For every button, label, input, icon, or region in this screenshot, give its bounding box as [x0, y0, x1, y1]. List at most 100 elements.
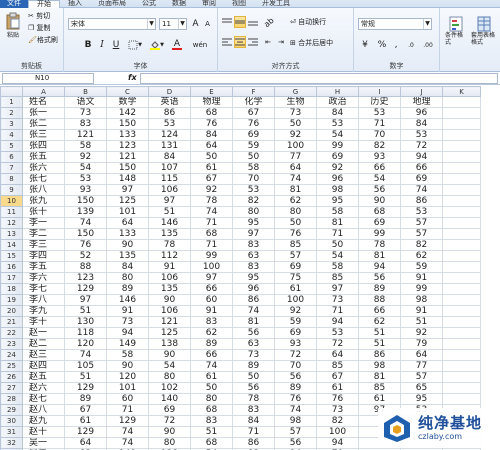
- column-header[interactable]: G: [274, 86, 317, 97]
- cell[interactable]: 89: [274, 382, 317, 394]
- cell[interactable]: 59: [232, 140, 275, 152]
- row-header[interactable]: 22: [0, 327, 23, 339]
- cell[interactable]: 67: [190, 173, 233, 185]
- cell[interactable]: 73: [232, 349, 275, 361]
- cell[interactable]: 76: [232, 118, 275, 130]
- cell[interactable]: 100: [274, 140, 317, 152]
- cell[interactable]: [442, 140, 481, 152]
- column-header[interactable]: C: [106, 86, 149, 97]
- row-header[interactable]: 14: [0, 239, 23, 251]
- cell[interactable]: 138: [148, 338, 191, 350]
- cell[interactable]: 69: [274, 327, 317, 339]
- cell[interactable]: [442, 206, 481, 218]
- cell[interactable]: 76: [190, 118, 233, 130]
- cell[interactable]: 92: [274, 305, 317, 317]
- cell[interactable]: 物理: [190, 96, 233, 108]
- cell[interactable]: [442, 228, 481, 240]
- row-header[interactable]: 21: [0, 316, 23, 328]
- cell[interactable]: 82: [316, 415, 359, 427]
- cell[interactable]: 64: [316, 349, 359, 361]
- row-header[interactable]: 4: [0, 129, 23, 141]
- cell[interactable]: 100: [316, 426, 359, 438]
- cell[interactable]: 51: [358, 338, 401, 350]
- cell[interactable]: [442, 272, 481, 284]
- cell[interactable]: 74: [400, 184, 443, 196]
- font-size-select[interactable]: 11 ▼: [159, 18, 187, 30]
- cell[interactable]: 68: [190, 107, 233, 119]
- cell[interactable]: 56: [232, 327, 275, 339]
- cell[interactable]: [442, 393, 481, 405]
- cell[interactable]: 100: [274, 294, 317, 306]
- row-header[interactable]: 27: [0, 382, 23, 394]
- cell[interactable]: 61: [274, 283, 317, 295]
- cell[interactable]: 84: [232, 415, 275, 427]
- align-left-button[interactable]: [221, 36, 233, 48]
- cell[interactable]: 82: [400, 239, 443, 251]
- cell[interactable]: 56: [232, 382, 275, 394]
- cell[interactable]: 121: [106, 151, 149, 163]
- row-header[interactable]: 2: [0, 107, 23, 119]
- cell[interactable]: [442, 294, 481, 306]
- cell[interactable]: 97: [232, 228, 275, 240]
- row-header[interactable]: 11: [0, 206, 23, 218]
- cell[interactable]: 77: [274, 151, 317, 163]
- tab-4[interactable]: 公式: [134, 0, 164, 8]
- name-cell[interactable]: 李三: [22, 239, 65, 251]
- name-cell[interactable]: 张一: [22, 107, 65, 119]
- name-cell[interactable]: 赵七: [22, 393, 65, 405]
- cell[interactable]: 54: [148, 360, 191, 372]
- cell[interactable]: 81: [358, 250, 401, 262]
- cell[interactable]: 53: [316, 118, 359, 130]
- row-header[interactable]: 19: [0, 294, 23, 306]
- paste-button[interactable]: 粘贴: [2, 10, 24, 40]
- cell[interactable]: 146: [106, 294, 149, 306]
- decrease-indent-button[interactable]: ⇤: [262, 36, 274, 48]
- cell[interactable]: 68: [358, 206, 401, 218]
- cell[interactable]: [442, 305, 481, 317]
- cell[interactable]: 92: [400, 327, 443, 339]
- cell[interactable]: 50: [232, 371, 275, 383]
- cell[interactable]: 74: [190, 206, 233, 218]
- cell[interactable]: 99: [190, 250, 233, 262]
- cell[interactable]: 地理: [400, 96, 443, 108]
- cell[interactable]: 148: [106, 173, 149, 185]
- cell[interactable]: 112: [148, 250, 191, 262]
- cell[interactable]: 78: [148, 239, 191, 251]
- tab-1[interactable]: 开始: [28, 0, 60, 8]
- cell[interactable]: 71: [232, 426, 275, 438]
- cell[interactable]: 72: [274, 349, 317, 361]
- cell[interactable]: 89: [106, 283, 149, 295]
- name-cell[interactable]: 赵八: [22, 404, 65, 416]
- cell[interactable]: 61: [358, 393, 401, 405]
- cell[interactable]: 69: [400, 173, 443, 185]
- cell[interactable]: [442, 338, 481, 350]
- name-cell[interactable]: 赵九: [22, 415, 65, 427]
- bold-button[interactable]: B: [82, 39, 94, 51]
- cell[interactable]: 133: [106, 129, 149, 141]
- row-header[interactable]: 18: [0, 283, 23, 295]
- row-header[interactable]: 26: [0, 371, 23, 383]
- cell[interactable]: 62: [190, 327, 233, 339]
- cell[interactable]: 94: [358, 261, 401, 273]
- copy-button[interactable]: ❐ 复制: [28, 23, 51, 33]
- cell[interactable]: 75: [274, 272, 317, 284]
- cell[interactable]: 64: [106, 217, 149, 229]
- cell[interactable]: 120: [106, 371, 149, 383]
- select-all-corner[interactable]: [0, 86, 23, 97]
- cell[interactable]: 83: [64, 118, 107, 130]
- phonetic-button[interactable]: wén: [190, 39, 210, 51]
- cell[interactable]: 53: [232, 184, 275, 196]
- cell[interactable]: 73: [106, 316, 149, 328]
- cell[interactable]: 90: [358, 195, 401, 207]
- font-color-button[interactable]: A: [168, 39, 186, 51]
- cell[interactable]: 66: [358, 162, 401, 174]
- cell[interactable]: 90: [148, 426, 191, 438]
- cell[interactable]: 98: [274, 415, 317, 427]
- cell[interactable]: 69: [316, 151, 359, 163]
- cell[interactable]: 71: [316, 305, 359, 317]
- name-cell[interactable]: 李五: [22, 261, 65, 273]
- cell[interactable]: 129: [106, 415, 149, 427]
- cell[interactable]: 93: [274, 338, 317, 350]
- cell[interactable]: 97: [316, 283, 359, 295]
- cell[interactable]: 69: [148, 404, 191, 416]
